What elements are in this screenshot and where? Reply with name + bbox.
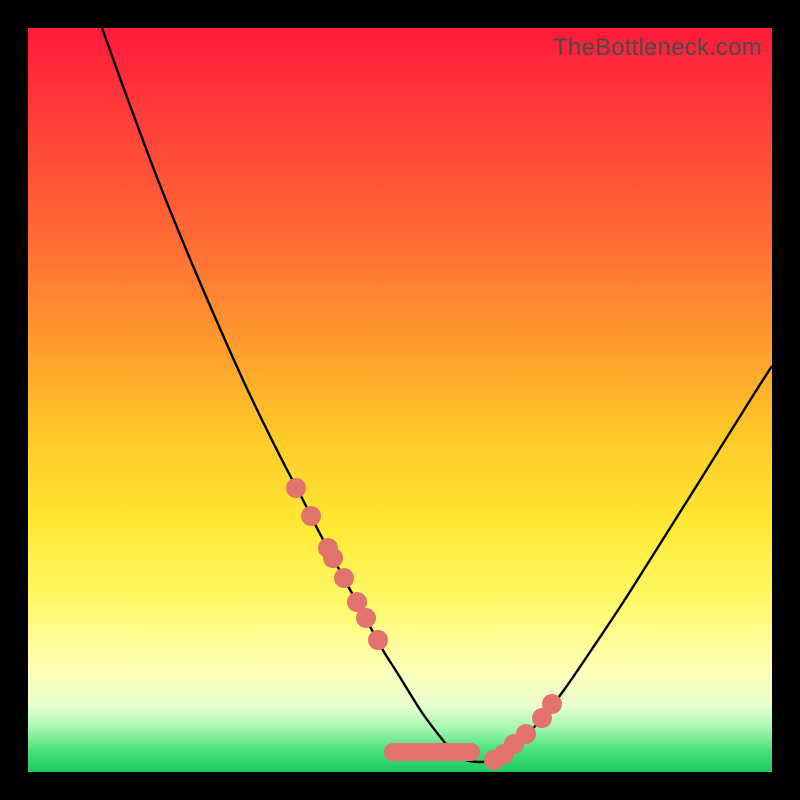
left-marker-group — [286, 478, 388, 650]
curve-marker — [334, 568, 354, 588]
curve-marker — [301, 506, 321, 526]
chart-plot-area: TheBottleneck.com — [28, 28, 772, 772]
bottleneck-curve — [102, 28, 772, 762]
curve-marker — [356, 608, 376, 628]
chart-frame: TheBottleneck.com — [0, 0, 800, 800]
right-marker-group — [484, 694, 562, 770]
trough-marker-pill — [384, 743, 480, 761]
curve-marker — [286, 478, 306, 498]
curve-marker — [323, 548, 343, 568]
curve-marker — [542, 694, 562, 714]
curve-marker — [516, 724, 536, 744]
curve-marker — [368, 630, 388, 650]
chart-svg — [28, 28, 772, 772]
